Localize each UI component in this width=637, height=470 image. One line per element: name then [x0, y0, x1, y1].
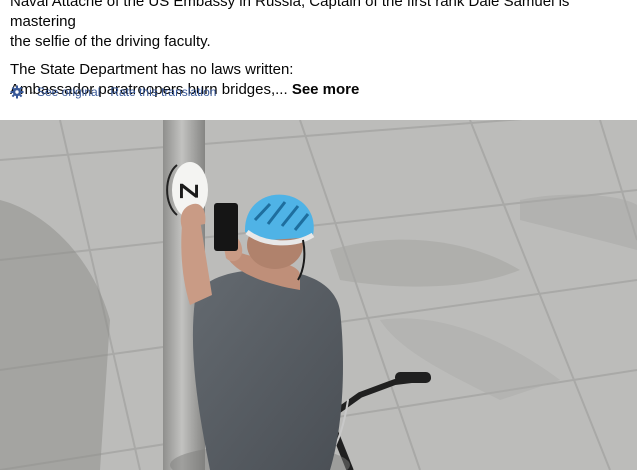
- photo-illustration: Z: [0, 120, 637, 470]
- separator-dot: ·: [103, 85, 108, 99]
- gear-icon: [10, 85, 24, 99]
- post-paragraph-1: Naval Attaché of the US Embassy in Russi…: [10, 0, 630, 52]
- post-line-2: the selfie of the driving faculty.: [10, 33, 211, 50]
- post-para2-line-1: The State Department has no laws written…: [10, 61, 294, 78]
- person-torso: [192, 269, 343, 470]
- translation-bar: · See original · Rate this translation: [10, 84, 216, 100]
- phone: [214, 203, 238, 251]
- z-sticker-letter: Z: [174, 183, 204, 199]
- post-line-1: Naval Attaché of the US Embassy in Russi…: [10, 0, 570, 30]
- see-original-link[interactable]: See original: [37, 85, 100, 99]
- see-more-link[interactable]: See more: [292, 81, 360, 98]
- rate-translation-link[interactable]: Rate this translation: [110, 85, 216, 99]
- post-photo[interactable]: Z: [0, 120, 637, 470]
- separator-dot: ·: [30, 85, 34, 99]
